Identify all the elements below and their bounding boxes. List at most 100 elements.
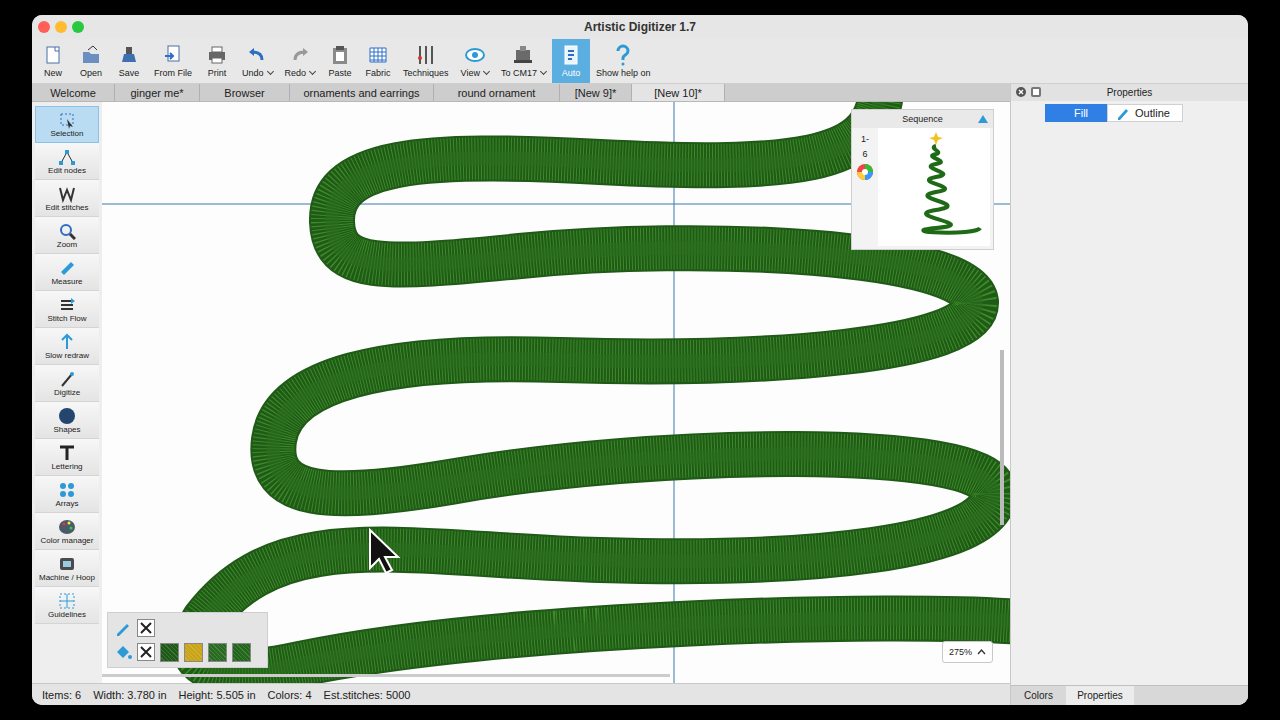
- tool-button[interactable]: Slow redraw: [35, 328, 99, 365]
- sequence-title: Sequence: [902, 114, 943, 124]
- sequence-panel: Sequence1-6: [851, 109, 994, 250]
- label: Colors: [1024, 690, 1053, 701]
- label: Browser: [224, 87, 264, 99]
- toolbar-button[interactable]: View: [455, 39, 495, 83]
- label: From File: [154, 68, 192, 78]
- tool-button[interactable]: Shapes: [35, 402, 99, 439]
- fill-color-icon: [114, 643, 132, 661]
- toolbar-button[interactable]: Techniques: [397, 39, 455, 83]
- tool-button[interactable]: Arrays: [35, 476, 99, 513]
- label: ornaments and earrings: [303, 87, 419, 99]
- tool-button[interactable]: Measure: [35, 254, 99, 291]
- document-tabs: Welcomeginger me* Browser ornaments and ea…: [32, 84, 1010, 102]
- document-tab[interactable]: Welcome: [32, 84, 115, 101]
- toolbar-button[interactable]: Auto: [552, 39, 590, 83]
- toolbar-button[interactable]: Undo: [236, 39, 279, 83]
- app-window: Artistic Digitizer 1.7 New Open Save From Fi…: [32, 15, 1248, 705]
- float-panel-icon[interactable]: [1030, 86, 1042, 98]
- tool-button[interactable]: Digitize: [35, 365, 99, 402]
- label: Open: [80, 68, 102, 78]
- document-tab[interactable]: ginger me*: [115, 84, 200, 101]
- label: Lettering: [51, 462, 82, 471]
- status-item: Colors: 4: [268, 689, 312, 701]
- document-tab[interactable]: ornaments and earrings: [290, 84, 434, 101]
- tool-button[interactable]: Zoom: [35, 217, 99, 254]
- toolbar-button[interactable]: Paste: [321, 39, 359, 83]
- design-canvas[interactable]: Sequence1-6 275%: [102, 102, 1010, 683]
- toolbar-button-icon: [329, 44, 351, 66]
- label: Auto: [562, 68, 581, 78]
- toolbar-button-icon: [415, 44, 437, 66]
- sequence-number: 6: [862, 149, 867, 159]
- panel-title: Properties: [1107, 87, 1153, 98]
- close-button[interactable]: [38, 21, 50, 33]
- tool-button[interactable]: Lettering: [35, 439, 99, 476]
- panel-tab[interactable]: Colors: [1011, 686, 1066, 705]
- thread-swatch[interactable]: [160, 643, 179, 662]
- toolbar-button[interactable]: Show help on: [590, 39, 657, 83]
- toolbar-button[interactable]: New: [34, 39, 72, 83]
- tool-button[interactable]: Selection: [35, 106, 99, 143]
- toolbar-button[interactable]: To CM17: [495, 39, 552, 83]
- label: Properties: [1077, 690, 1123, 701]
- tree-thumbnail-icon: [878, 128, 990, 242]
- document-tab[interactable]: Browser: [200, 84, 290, 101]
- dropdown-arrow-icon[interactable]: [483, 68, 490, 75]
- toolbar-button-icon: [612, 44, 634, 66]
- minimize-button[interactable]: [55, 21, 67, 33]
- document-tab[interactable]: round ornament: [434, 84, 560, 101]
- no-color-swatch[interactable]: [137, 619, 155, 637]
- tool-icon: [58, 481, 76, 499]
- dropdown-arrow-icon[interactable]: [309, 68, 316, 75]
- tool-icon: [58, 407, 76, 425]
- window-title: Artistic Digitizer 1.7: [584, 20, 696, 34]
- label: Fill: [1074, 107, 1088, 119]
- property-tab[interactable]: Fill: [1045, 104, 1107, 122]
- thread-swatch[interactable]: [208, 643, 227, 662]
- zoom-control[interactable]: 275%: [942, 641, 993, 663]
- thread-swatch[interactable]: [232, 643, 251, 662]
- panel-tab[interactable]: Properties: [1066, 686, 1134, 705]
- chevron-up-icon: [977, 649, 986, 655]
- toolbar: New Open Save From File Print Undo Redo Paste Fa…: [32, 39, 1248, 84]
- document-tab[interactable]: [New 9]*: [560, 84, 632, 101]
- thread-swatch[interactable]: [184, 643, 203, 662]
- toolbar-button[interactable]: Redo: [279, 39, 322, 83]
- collapse-icon[interactable]: [977, 114, 989, 124]
- property-tab[interactable]: Outline: [1107, 104, 1183, 122]
- label: [New 9]*: [575, 87, 617, 99]
- label: Selection: [51, 129, 84, 138]
- close-panel-icon[interactable]: [1015, 86, 1027, 98]
- dropdown-arrow-icon[interactable]: [266, 68, 273, 75]
- tool-icon: [58, 111, 76, 129]
- no-color-swatch[interactable]: [137, 643, 155, 661]
- panel-tabs: Colors Properties: [1011, 685, 1248, 705]
- label: Undo: [242, 68, 264, 78]
- dropdown-arrow-icon[interactable]: [540, 68, 547, 75]
- tool-button[interactable]: Edit stitches: [35, 180, 99, 217]
- document-tab[interactable]: [New 10]*: [632, 84, 725, 101]
- tool-button[interactable]: Guidelines: [35, 587, 99, 624]
- color-palette: [107, 612, 268, 668]
- label: Paste: [329, 68, 352, 78]
- zoom-button[interactable]: [72, 21, 84, 33]
- status-item: Items: 6: [42, 689, 81, 701]
- tool-button[interactable]: Stitch Flow: [35, 291, 99, 328]
- toolbar-button[interactable]: From File: [148, 39, 198, 83]
- tool-button[interactable]: Color manager: [35, 513, 99, 550]
- mouse-cursor-icon: [368, 528, 402, 574]
- toolbar-button[interactable]: Fabric: [359, 39, 397, 83]
- label: Machine / Hoop: [39, 573, 95, 582]
- tool-icon: [58, 148, 76, 166]
- tool-button[interactable]: Edit nodes: [35, 143, 99, 180]
- color-wheel-icon: [857, 164, 873, 180]
- design-thumbnail[interactable]: [878, 128, 990, 246]
- toolbar-button[interactable]: Save: [110, 39, 148, 83]
- toolbar-button[interactable]: Print: [198, 39, 236, 83]
- toolbar-button-icon: [367, 44, 389, 66]
- tool-icon: [58, 592, 76, 610]
- tool-button[interactable]: Machine / Hoop: [35, 550, 99, 587]
- toolbar-button-icon: [560, 44, 582, 66]
- toolbar-button[interactable]: Open: [72, 39, 110, 83]
- title-bar: Artistic Digitizer 1.7: [32, 15, 1248, 39]
